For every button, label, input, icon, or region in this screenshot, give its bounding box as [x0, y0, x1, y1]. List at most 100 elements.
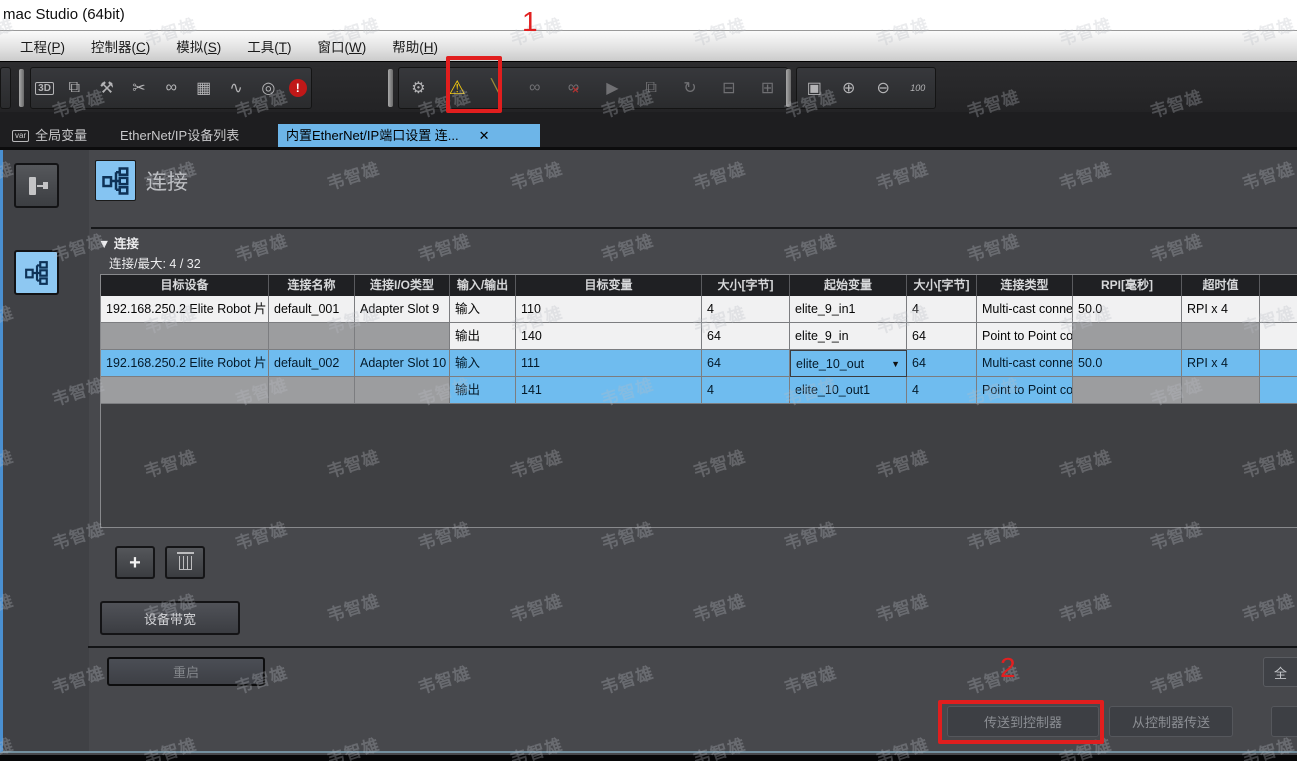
variable-editor-icon[interactable]: ⚙	[406, 78, 430, 98]
delete-connection-button[interactable]	[165, 546, 205, 579]
transfer-download-icon[interactable]: ⊟	[717, 78, 741, 98]
toolbar-group-zoom: ▣ ⊕ ⊖ 100	[796, 67, 936, 109]
synchronize-icon[interactable]: ↻	[678, 78, 702, 98]
menu-controller[interactable]: 控制器(C)	[91, 36, 150, 56]
toolbar-drag-handle[interactable]	[19, 69, 24, 107]
menu-help[interactable]: 帮助(H)	[392, 36, 438, 56]
cell-io-type[interactable]	[355, 377, 450, 404]
cell-timeout[interactable]: RPI x 4	[1182, 350, 1260, 377]
cell-direction[interactable]: 输入	[450, 350, 516, 377]
cell-extra[interactable]	[1260, 323, 1297, 350]
cell-target-variable[interactable]: 140	[516, 323, 702, 350]
button-partial[interactable]	[1271, 706, 1297, 737]
transfer-from-controller-button[interactable]: 从控制器传送	[1109, 706, 1233, 737]
all-button-partial[interactable]: 全	[1263, 657, 1297, 687]
error-list-icon[interactable]: !	[289, 79, 307, 97]
search-icon[interactable]: ◎	[256, 78, 280, 98]
divider	[88, 646, 1297, 648]
cell-extra[interactable]	[1260, 377, 1297, 404]
zoom-fit-icon[interactable]: ▣	[802, 78, 826, 98]
col-size2: 大小[字节]	[907, 275, 977, 296]
cell-io-type[interactable]: Adapter Slot 10	[355, 350, 450, 377]
cell-size2[interactable]: 64	[907, 350, 977, 377]
stop-icon[interactable]: ⧉	[639, 79, 663, 97]
cell-size1[interactable]: 4	[702, 377, 790, 404]
cell-rpi[interactable]	[1073, 323, 1182, 350]
cell-size1[interactable]: 64	[702, 323, 790, 350]
cell-timeout[interactable]	[1182, 377, 1260, 404]
cell-rpi[interactable]: 50.0	[1073, 296, 1182, 323]
zoom-out-icon[interactable]: ⊖	[871, 78, 895, 98]
cell-rpi[interactable]: 50.0	[1073, 350, 1182, 377]
stop-monitor-icon[interactable]: ∞✕	[562, 79, 586, 97]
cell-size2[interactable]: 4	[907, 296, 977, 323]
cell-connection-type[interactable]: Multi-cast connection	[977, 350, 1073, 377]
cell-timeout[interactable]: RPI x 4	[1182, 296, 1260, 323]
tab-ethernet-ip-device-list[interactable]: EtherNet/IP设备列表	[112, 124, 247, 147]
chevron-down-icon[interactable]: ▼	[891, 351, 900, 377]
cell-timeout[interactable]	[1182, 323, 1260, 350]
zoom-in-icon[interactable]: ⊕	[837, 78, 861, 98]
cell-io-type[interactable]: Adapter Slot 9	[355, 296, 450, 323]
cell-size2[interactable]: 64	[907, 323, 977, 350]
cell-connection-name[interactable]: default_001	[269, 296, 355, 323]
cell-target-device[interactable]	[101, 323, 269, 350]
transfer-upload-icon[interactable]: ⊞	[756, 78, 780, 98]
window-layout-icon[interactable]: ⧉	[62, 79, 86, 97]
monitor-glasses-icon[interactable]: ∞	[523, 79, 547, 97]
cell-direction[interactable]: 输出	[450, 323, 516, 350]
build-icon[interactable]: ⚒	[95, 78, 119, 98]
section-header[interactable]: ▼ 连接	[98, 233, 139, 252]
view-3d-icon[interactable]: 3D	[35, 82, 54, 95]
cell-origin-variable[interactable]: elite_9_in1	[790, 296, 907, 323]
run-icon[interactable]: ▶	[600, 78, 624, 98]
cell-target-device[interactable]: 192.168.250.2 Elite Robot 片	[101, 296, 269, 323]
annotation-number-1: 1	[522, 6, 538, 38]
cell-io-type[interactable]	[355, 323, 450, 350]
toolbar-drag-handle[interactable]	[388, 69, 393, 107]
menu-project[interactable]: 工程(P)	[20, 36, 65, 56]
connections-table: 目标设备 连接名称 连接I/O类型 输入/输出 目标变量 大小[字节] 起始变量…	[100, 274, 1297, 528]
tab-builtin-ethernet-ip-port-settings[interactable]: 内置EtherNet/IP端口设置 连... ✕	[278, 124, 540, 147]
cell-origin-variable[interactable]: elite_9_in	[790, 323, 907, 350]
cell-direction[interactable]: 输入	[450, 296, 516, 323]
watch-window-icon[interactable]: ∞	[159, 79, 183, 97]
sidebar-item-tcpip[interactable]	[14, 163, 59, 208]
cell-extra[interactable]	[1260, 296, 1297, 323]
menu-tools[interactable]: 工具(T)	[247, 36, 291, 56]
restart-button[interactable]: 重启	[107, 657, 265, 686]
annotation-box-2	[938, 700, 1104, 744]
cell-connection-type[interactable]: Multi-cast connection	[977, 296, 1073, 323]
device-bandwidth-button[interactable]: 设备带宽	[100, 601, 240, 635]
close-icon[interactable]: ✕	[479, 124, 490, 147]
cell-rpi[interactable]	[1073, 377, 1182, 404]
cell-connection-name[interactable]	[269, 323, 355, 350]
cell-connection-name[interactable]	[269, 377, 355, 404]
sidebar-item-connections[interactable]	[14, 250, 59, 295]
watch-table-icon[interactable]: ▦	[192, 78, 216, 98]
collapse-icon[interactable]: ▼	[98, 237, 110, 251]
cell-extra[interactable]	[1260, 350, 1297, 377]
cell-size1[interactable]: 64	[702, 350, 790, 377]
cell-target-variable[interactable]: 141	[516, 377, 702, 404]
cell-target-device[interactable]	[101, 377, 269, 404]
origin-variable-dropdown[interactable]: elite_10_out ▼	[790, 350, 907, 377]
cell-connection-type[interactable]: Point to Point connection	[977, 323, 1073, 350]
cell-connection-name[interactable]: default_002	[269, 350, 355, 377]
cell-direction[interactable]: 输出	[450, 377, 516, 404]
cell-connection-type[interactable]: Point to Point connection	[977, 377, 1073, 404]
menu-simulation[interactable]: 模拟(S)	[176, 36, 221, 56]
waveform-watch-icon[interactable]: ∿	[224, 78, 248, 98]
cell-size2[interactable]: 4	[907, 377, 977, 404]
add-connection-button[interactable]: +	[115, 546, 155, 579]
menu-window[interactable]: 窗口(W)	[318, 36, 367, 56]
cell-target-device[interactable]: 192.168.250.2 Elite Robot 片	[101, 350, 269, 377]
cell-target-variable[interactable]: 111	[516, 350, 702, 377]
cell-target-variable[interactable]: 110	[516, 296, 702, 323]
toolbar-drag-handle[interactable]	[786, 69, 791, 107]
cell-origin-variable[interactable]: elite_10_out1	[790, 377, 907, 404]
cell-size1[interactable]: 4	[702, 296, 790, 323]
edit-cut-icon[interactable]: ✂	[127, 78, 151, 98]
tab-global-variables[interactable]: var 全局变量	[4, 124, 95, 147]
zoom-100-icon[interactable]: 100	[906, 83, 930, 93]
